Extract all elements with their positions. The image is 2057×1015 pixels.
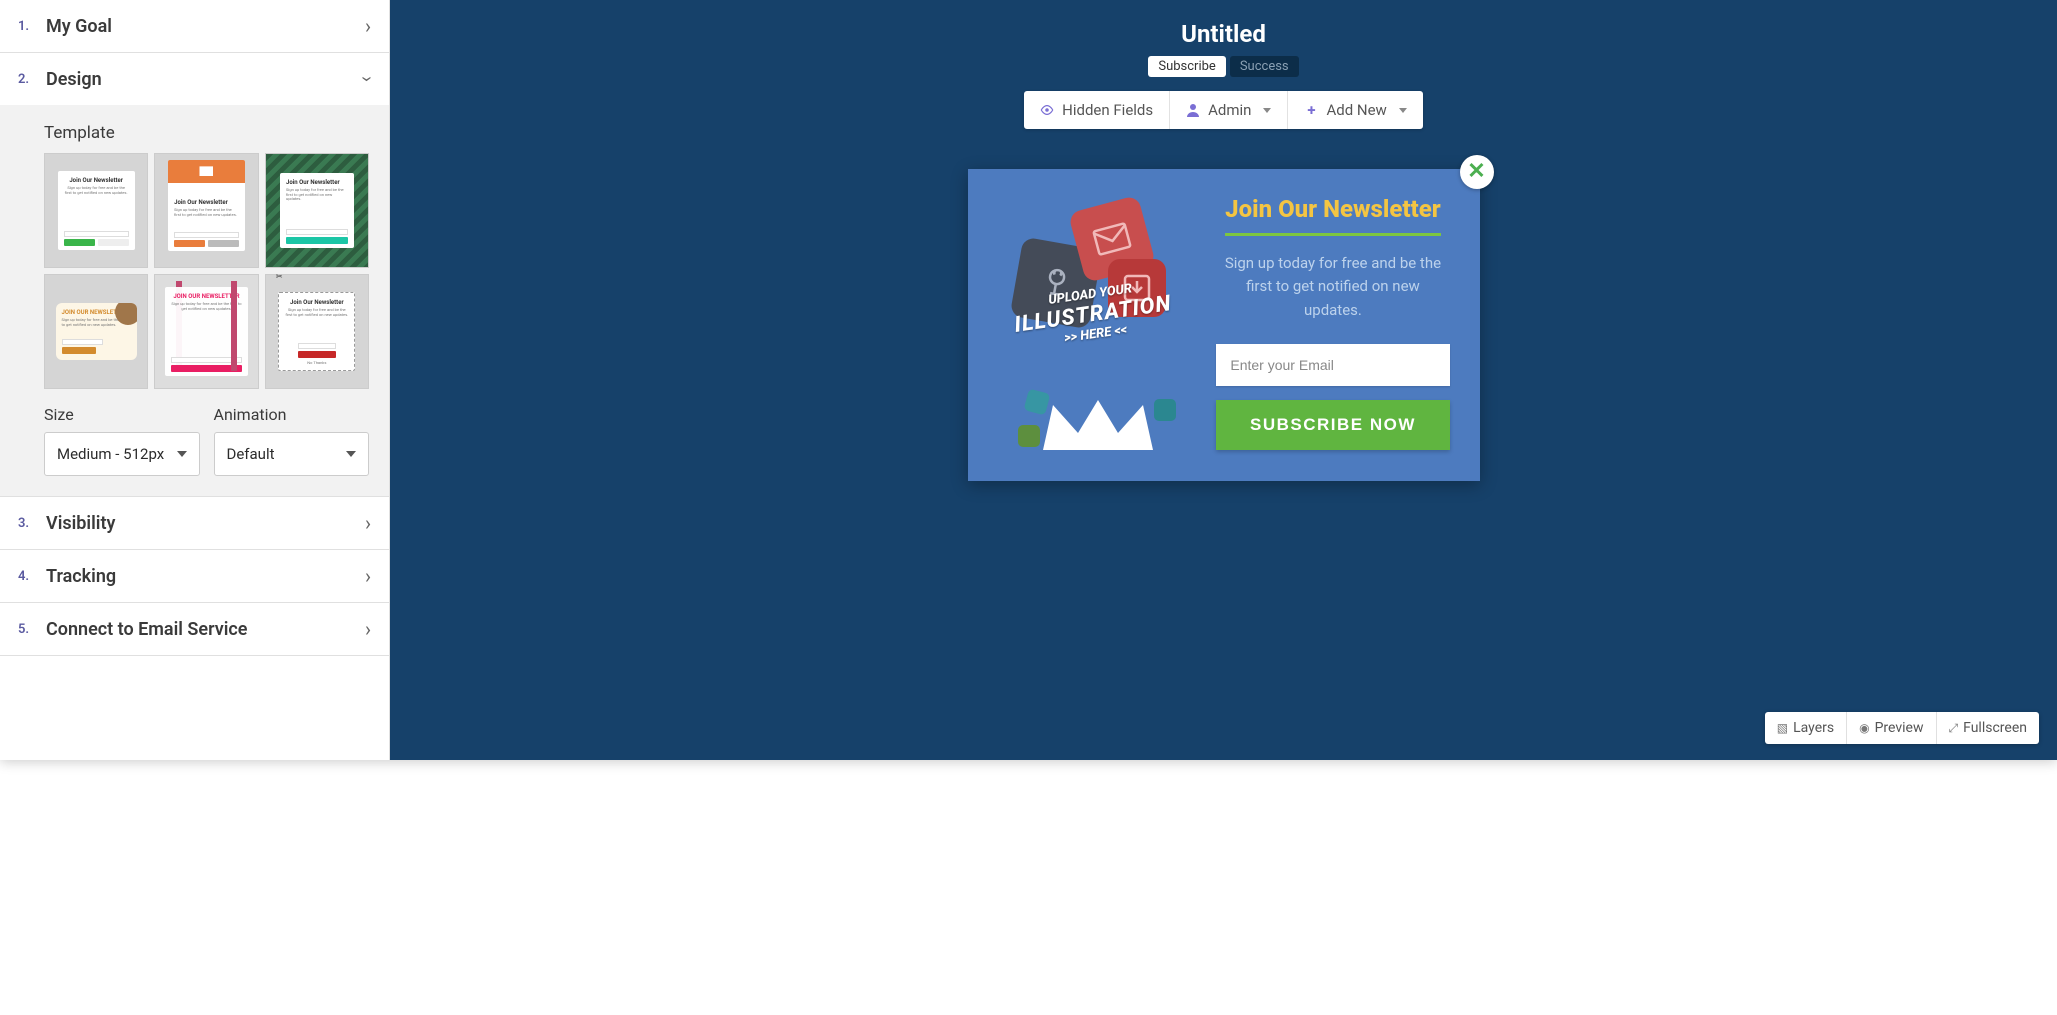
popup-title[interactable]: Join Our Newsletter bbox=[1225, 195, 1441, 236]
chevron-down-icon: › bbox=[356, 76, 380, 82]
template-label: Template bbox=[44, 123, 369, 143]
accordion-my-goal[interactable]: 1. My Goal › bbox=[0, 0, 389, 53]
template-option-5[interactable]: JOIN OUR NEWSLETTERSign up today for fre… bbox=[154, 274, 258, 389]
step-title: Design bbox=[46, 69, 365, 90]
admin-dropdown[interactable]: Admin bbox=[1170, 91, 1288, 129]
step-number: 3. bbox=[18, 516, 46, 531]
state-tabs: Subscribe Success bbox=[1148, 56, 1298, 77]
close-icon: ✕ bbox=[1467, 161, 1485, 183]
illustration-placeholder[interactable]: UPLOAD YOUR ILLUSTRATION >> HERE << bbox=[998, 195, 1197, 455]
template-grid: Join Our NewsletterSign up today for fre… bbox=[44, 153, 369, 389]
layers-button[interactable]: ▧Layers bbox=[1765, 712, 1847, 744]
accordion-tracking[interactable]: 4.Tracking› bbox=[0, 550, 389, 603]
animation-select[interactable]: Default bbox=[214, 432, 370, 476]
step-number: 5. bbox=[18, 622, 46, 637]
accordion-design: 2. Design › Template Join Our Newsletter… bbox=[0, 53, 389, 497]
template-option-1[interactable]: Join Our NewsletterSign up today for fre… bbox=[44, 153, 148, 268]
step-title: Visibility bbox=[46, 513, 365, 534]
admin-label: Admin bbox=[1208, 101, 1251, 119]
accordion-visibility[interactable]: 3.Visibility› bbox=[0, 497, 389, 550]
preview-button[interactable]: ◉Preview bbox=[1847, 712, 1936, 744]
tab-success[interactable]: Success bbox=[1230, 56, 1299, 77]
template-option-6[interactable]: ✂ Join Our NewsletterSign up today for f… bbox=[265, 274, 369, 389]
chevron-right-icon: › bbox=[365, 617, 371, 641]
fullscreen-button[interactable]: ⤢Fullscreen bbox=[1937, 712, 2039, 744]
view-tools: ▧Layers ◉Preview ⤢Fullscreen bbox=[1765, 712, 2039, 744]
template-option-3[interactable]: Join Our NewsletterSign up today for fre… bbox=[265, 153, 369, 268]
accordion-design-header[interactable]: 2. Design › bbox=[0, 53, 389, 105]
size-label: Size bbox=[44, 405, 200, 424]
step-title: Tracking bbox=[46, 566, 365, 587]
tab-subscribe[interactable]: Subscribe bbox=[1148, 56, 1225, 77]
chevron-right-icon: › bbox=[365, 564, 371, 588]
layers-icon: ▧ bbox=[1777, 721, 1788, 735]
caret-down-icon bbox=[1263, 108, 1271, 113]
email-input[interactable] bbox=[1216, 344, 1449, 386]
hidden-fields-label: Hidden Fields bbox=[1062, 101, 1153, 119]
document-title[interactable]: Untitled bbox=[1181, 20, 1266, 48]
caret-down-icon bbox=[177, 451, 187, 457]
crown-icon bbox=[1038, 395, 1158, 455]
accordion-email-service[interactable]: 5.Connect to Email Service› bbox=[0, 603, 389, 656]
eye-icon bbox=[1040, 103, 1054, 117]
scissors-icon: ✂ bbox=[276, 272, 283, 281]
chevron-right-icon: › bbox=[365, 14, 371, 38]
settings-sidebar: 1. My Goal › 2. Design › Template Join O… bbox=[0, 0, 390, 760]
size-value: Medium - 512px bbox=[57, 445, 164, 463]
plus-icon: + bbox=[1304, 103, 1318, 117]
close-button[interactable]: ✕ bbox=[1460, 155, 1494, 189]
step-number: 1. bbox=[18, 19, 46, 34]
popup-description[interactable]: Sign up today for free and be the first … bbox=[1216, 252, 1449, 322]
design-panel: Template Join Our NewsletterSign up toda… bbox=[0, 105, 389, 496]
add-new-dropdown[interactable]: + Add New bbox=[1288, 91, 1422, 129]
caret-down-icon bbox=[1399, 108, 1407, 113]
add-new-label: Add New bbox=[1326, 101, 1386, 119]
size-select[interactable]: Medium - 512px bbox=[44, 432, 200, 476]
template-option-4[interactable]: JOIN OUR NEWSLETTERSign up today for fre… bbox=[44, 274, 148, 389]
popup-body[interactable]: UPLOAD YOUR ILLUSTRATION >> HERE << Join… bbox=[968, 169, 1480, 481]
subscribe-button[interactable]: SUBSCRIBE NOW bbox=[1216, 400, 1449, 450]
step-title: Connect to Email Service bbox=[46, 619, 365, 640]
step-number: 4. bbox=[18, 569, 46, 584]
editor-canvas: Untitled Subscribe Success Hidden Fields… bbox=[390, 0, 2057, 760]
eye-icon: ◉ bbox=[1859, 721, 1869, 735]
template-option-2[interactable]: Join Our NewsletterSign up today for fre… bbox=[154, 153, 258, 268]
popup-preview: ✕ UPLOAD YOUR ILLUSTRATION >> HERE << Jo… bbox=[968, 169, 1480, 481]
hidden-fields-button[interactable]: Hidden Fields bbox=[1024, 91, 1170, 129]
caret-down-icon bbox=[346, 451, 356, 457]
chevron-right-icon: › bbox=[365, 511, 371, 535]
popup-content: Join Our Newsletter Sign up today for fr… bbox=[1216, 195, 1449, 455]
animation-value: Default bbox=[227, 445, 275, 463]
animation-label: Animation bbox=[214, 405, 370, 424]
user-icon bbox=[1186, 103, 1200, 117]
expand-icon: ⤢ bbox=[1949, 721, 1959, 736]
step-title: My Goal bbox=[46, 16, 365, 37]
canvas-toolbar: Hidden Fields Admin + Add New bbox=[1024, 91, 1423, 129]
step-number: 2. bbox=[18, 72, 46, 87]
